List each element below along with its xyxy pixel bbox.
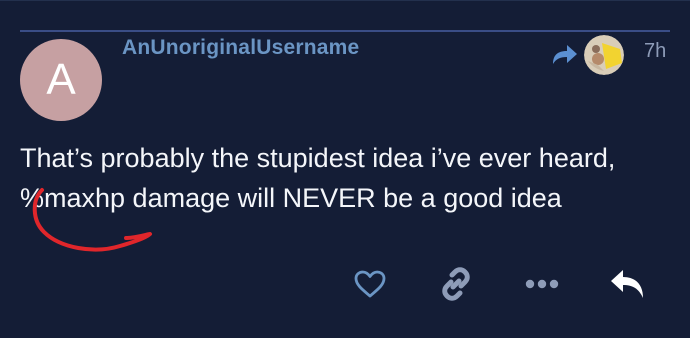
post-divider bbox=[20, 30, 670, 32]
link-icon bbox=[442, 267, 470, 301]
page: A AnUnoriginalUsername 7h That’s probabl… bbox=[0, 0, 690, 338]
top-divider bbox=[0, 0, 690, 1]
reply-to-avatar[interactable] bbox=[584, 35, 624, 75]
avatar-letter: A bbox=[46, 55, 76, 104]
post-time[interactable]: 7h bbox=[644, 40, 666, 63]
username-link[interactable]: AnUnoriginalUsername bbox=[122, 36, 359, 60]
reply-to-arrow-icon[interactable] bbox=[549, 42, 579, 68]
reply-icon bbox=[611, 270, 643, 298]
ellipsis-icon bbox=[525, 279, 559, 289]
post-body-line-1: That’s probably the stupidest idea i’ve … bbox=[20, 143, 616, 173]
copy-link-button[interactable] bbox=[434, 262, 478, 306]
heart-icon bbox=[354, 270, 386, 298]
more-button[interactable] bbox=[520, 262, 564, 306]
reply-button[interactable] bbox=[606, 262, 650, 306]
avatar[interactable]: A bbox=[20, 39, 102, 121]
post-actions bbox=[0, 262, 690, 312]
post-body: That’s probably the stupidest idea i’ve … bbox=[20, 138, 670, 218]
like-button[interactable] bbox=[348, 262, 392, 306]
post: A AnUnoriginalUsername 7h That’s probabl… bbox=[0, 30, 690, 338]
post-body-line-2: %maxhp damage will NEVER be a good idea bbox=[20, 183, 562, 213]
